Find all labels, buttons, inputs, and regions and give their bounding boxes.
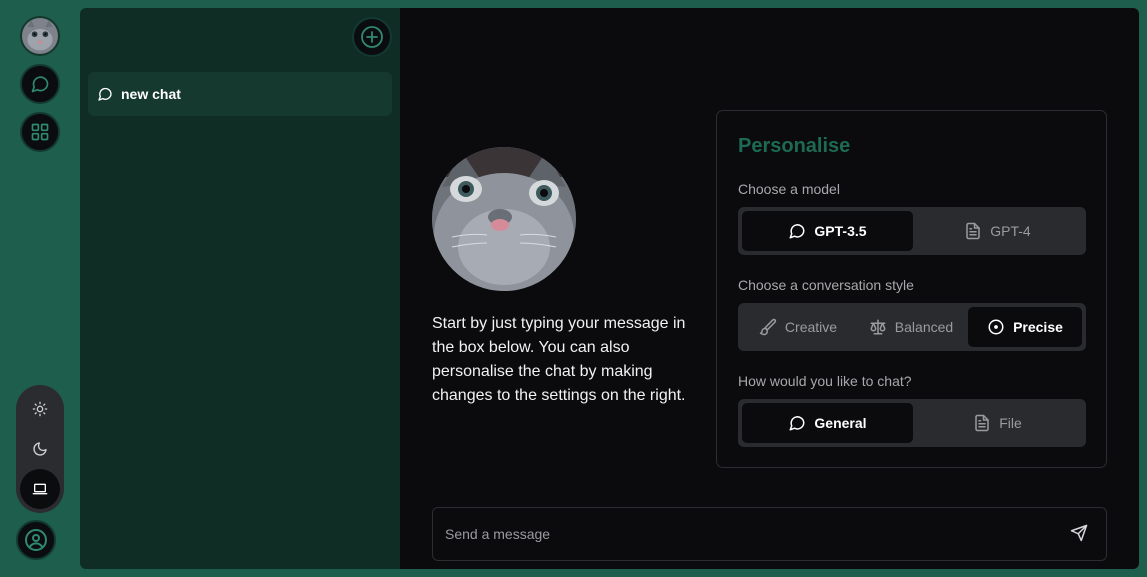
account-button[interactable] <box>16 520 56 560</box>
target-icon <box>988 319 1004 335</box>
chat-mode-label: How would you like to chat? <box>738 373 912 389</box>
message-input[interactable] <box>445 508 1045 560</box>
theme-light-button[interactable] <box>20 389 60 429</box>
style-option-precise[interactable]: Precise <box>968 307 1082 347</box>
cat-face-image <box>432 147 576 291</box>
style-selector: Creative Balanced Precise <box>738 303 1086 351</box>
send-icon <box>1070 524 1088 542</box>
send-button[interactable] <box>1070 524 1090 544</box>
personalise-title: Personalise <box>738 135 851 157</box>
style-label: Choose a conversation style <box>738 277 914 293</box>
moon-icon <box>33 442 47 456</box>
cat-avatar-icon <box>22 18 58 54</box>
chat-list-item[interactable]: new chat <box>88 72 392 116</box>
profile-avatar[interactable] <box>20 16 60 56</box>
sun-icon <box>32 401 48 417</box>
style-option-creative[interactable]: Creative <box>742 307 854 347</box>
model-option-label: GPT-3.5 <box>814 223 867 239</box>
chat-bubble-icon <box>789 416 805 431</box>
plus-circle-icon <box>361 26 383 48</box>
chat-mode-file[interactable]: File <box>913 403 1082 443</box>
chat-sidebar: new chat <box>80 8 400 569</box>
cat-hero-image <box>432 147 576 291</box>
document-icon <box>966 222 981 240</box>
apps-nav-button[interactable] <box>20 112 60 152</box>
personalise-panel: Personalise Choose a model GPT-3.5 GPT-4… <box>716 110 1107 468</box>
model-option-label: GPT-4 <box>990 223 1031 239</box>
model-option-gpt35[interactable]: GPT-3.5 <box>742 211 913 251</box>
model-selector: GPT-3.5 GPT-4 <box>738 207 1086 255</box>
chat-mode-selector: General File <box>738 399 1086 447</box>
scale-icon <box>870 319 886 335</box>
chat-mode-general[interactable]: General <box>742 403 913 443</box>
document-icon <box>975 414 989 432</box>
main-panel: Start by just typing your message in the… <box>400 8 1139 569</box>
chat-mode-label-text: File <box>999 415 1022 431</box>
grid-icon <box>31 123 49 141</box>
laptop-icon <box>32 483 48 495</box>
brush-icon <box>759 318 777 336</box>
intro-text: Start by just typing your message in the… <box>432 315 686 404</box>
model-option-gpt4[interactable]: GPT-4 <box>913 211 1082 251</box>
style-option-label: Precise <box>1013 319 1063 335</box>
theme-switcher <box>16 385 64 513</box>
user-circle-icon <box>25 529 47 551</box>
chat-bubble-icon <box>789 224 805 239</box>
chat-bubble-icon <box>31 76 49 93</box>
chat-item-label: new chat <box>121 86 181 102</box>
theme-system-button[interactable] <box>20 469 60 509</box>
message-composer <box>432 507 1107 561</box>
chat-nav-button[interactable] <box>20 64 60 104</box>
chat-bubble-icon <box>98 87 112 101</box>
theme-dark-button[interactable] <box>20 429 60 469</box>
nav-rail <box>0 0 80 577</box>
model-label: Choose a model <box>738 181 840 197</box>
style-option-label: Creative <box>784 319 838 335</box>
style-option-label: Balanced <box>894 319 954 335</box>
chat-mode-label-text: General <box>814 415 867 431</box>
style-option-balanced[interactable]: Balanced <box>854 307 968 347</box>
new-chat-button[interactable] <box>352 17 392 57</box>
